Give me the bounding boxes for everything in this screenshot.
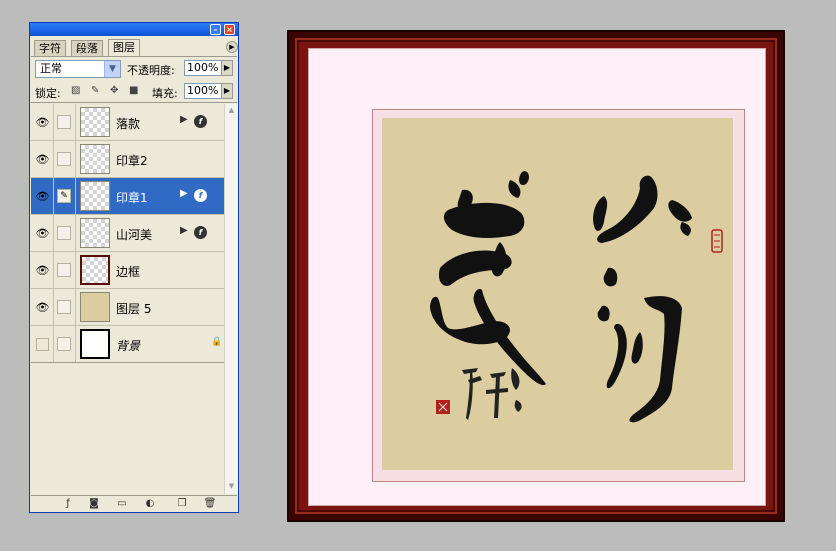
- close-icon[interactable]: ×: [224, 24, 235, 35]
- lock-all-icon[interactable]: ■: [129, 85, 138, 96]
- link-box[interactable]: [57, 300, 71, 314]
- scroll-down-icon[interactable]: ▼: [225, 480, 238, 493]
- layer-row[interactable]: 背景 🔒: [31, 326, 224, 363]
- brush-icon[interactable]: ✎: [57, 189, 71, 203]
- artwork-frame: [287, 30, 785, 522]
- trash-icon[interactable]: 🗑: [203, 498, 217, 509]
- eye-icon[interactable]: 👁: [34, 152, 51, 167]
- eye-icon[interactable]: 👁: [34, 263, 51, 278]
- link-box[interactable]: [57, 337, 71, 351]
- expand-arrow-icon[interactable]: ▶: [180, 225, 188, 236]
- calligraphy-shan: [593, 175, 692, 243]
- tab-character[interactable]: 字符: [34, 40, 66, 56]
- layer-name: 背景: [116, 339, 141, 353]
- layers-palette: – × 字符 段落 图层 ▶ 正常 ▼ 不透明度: 100% ▶ 锁定: ▨ ✎…: [29, 22, 239, 513]
- layer-name: 边框: [116, 265, 141, 279]
- layer-thumbnail: [80, 107, 110, 137]
- link-box[interactable]: [57, 263, 71, 277]
- calligraphy-artwork: [430, 171, 723, 423]
- opacity-field[interactable]: 100%: [184, 60, 222, 76]
- layers-scrollbar[interactable]: ▲ ▼: [224, 104, 238, 494]
- calligraphy-paper: [382, 118, 733, 470]
- layers-empty-area[interactable]: [31, 362, 224, 495]
- lock-icon: 🔒: [211, 337, 223, 347]
- blend-mode-select[interactable]: 正常 ▼: [35, 60, 121, 78]
- fill-field[interactable]: 100%: [184, 83, 222, 99]
- lock-position-icon[interactable]: ✥: [110, 85, 118, 96]
- eye-icon[interactable]: 👁: [34, 115, 51, 130]
- palette-tabs: 字符 段落 图层 ▶: [34, 39, 238, 56]
- tab-layers[interactable]: 图层: [108, 39, 140, 56]
- seal-mark: [714, 234, 720, 248]
- link-box[interactable]: [57, 226, 71, 240]
- adjustment-layer-icon[interactable]: ◐: [143, 498, 157, 509]
- calligraphy-he: [597, 267, 682, 423]
- layer-name: 图层 5: [116, 302, 152, 316]
- fill-slider-button[interactable]: ▶: [221, 83, 233, 99]
- calligraphy-mei: [430, 171, 546, 386]
- layer-name: 印章2: [116, 154, 148, 168]
- palette-bottom-toolbar: ƒ ◙ ▭ ◐ ❐ 🗑: [31, 495, 237, 513]
- layer-thumbnail: [80, 218, 110, 248]
- layer-name: 印章1: [116, 191, 148, 205]
- opacity-slider-button[interactable]: ▶: [221, 60, 233, 76]
- layer-name: 落款: [116, 117, 141, 131]
- divider: [31, 102, 237, 103]
- divider: [31, 56, 237, 57]
- layer-row[interactable]: 👁 山河美 ▶ f: [31, 215, 224, 252]
- layer-name: 山河美: [116, 228, 153, 242]
- layer-style-icon[interactable]: ƒ: [61, 498, 75, 509]
- layer-row[interactable]: 👁 印章2: [31, 141, 224, 178]
- lock-label: 锁定:: [35, 87, 61, 100]
- palette-menu-icon[interactable]: ▶: [226, 41, 238, 53]
- eye-hidden-box[interactable]: [36, 338, 49, 351]
- minimize-icon[interactable]: –: [210, 24, 221, 35]
- palette-titlebar[interactable]: – ×: [30, 23, 238, 36]
- new-layer-icon[interactable]: ❐: [175, 498, 189, 509]
- layer-effects-icon[interactable]: f: [194, 226, 207, 239]
- expand-arrow-icon[interactable]: ▶: [180, 188, 188, 199]
- layer-thumbnail: [80, 329, 110, 359]
- new-group-icon[interactable]: ▭: [115, 498, 129, 509]
- link-box[interactable]: [57, 152, 71, 166]
- paper-border: [372, 109, 745, 482]
- layer-row[interactable]: 👁 图层 5: [31, 289, 224, 326]
- layer-thumbnail: [80, 144, 110, 174]
- layer-thumbnail: [80, 292, 110, 322]
- artwork-mat: [308, 48, 766, 506]
- layers-list: 👁 落款 ▶ f 👁 印章2 👁 ✎ 印章1 ▶ f 👁 山河美 ▶ f 👁 边…: [31, 104, 224, 363]
- blend-mode-value: 正常: [40, 62, 62, 75]
- link-box[interactable]: [57, 115, 71, 129]
- eye-icon[interactable]: 👁: [34, 189, 51, 204]
- layer-mask-icon[interactable]: ◙: [87, 498, 101, 509]
- lock-paint-icon[interactable]: ✎: [91, 85, 99, 96]
- scroll-up-icon[interactable]: ▲: [225, 104, 238, 117]
- tab-paragraph[interactable]: 段落: [71, 40, 103, 56]
- layer-thumbnail: [80, 181, 110, 211]
- eye-icon[interactable]: 👁: [34, 226, 51, 241]
- opacity-label: 不透明度:: [127, 64, 175, 77]
- signature-inscription: [462, 368, 522, 420]
- fill-label: 填充:: [152, 87, 178, 100]
- layer-row-selected[interactable]: 👁 ✎ 印章1 ▶ f: [31, 178, 224, 215]
- layer-effects-icon[interactable]: f: [194, 189, 207, 202]
- lock-transparency-icon[interactable]: ▨: [71, 85, 80, 96]
- layer-effects-icon[interactable]: f: [194, 115, 207, 128]
- eye-icon[interactable]: 👁: [34, 300, 51, 315]
- layer-row[interactable]: 👁 落款 ▶ f: [31, 104, 224, 141]
- layer-thumbnail: [80, 255, 110, 285]
- layer-row[interactable]: 👁 边框: [31, 252, 224, 289]
- chevron-down-icon[interactable]: ▼: [104, 61, 120, 77]
- expand-arrow-icon[interactable]: ▶: [180, 114, 188, 125]
